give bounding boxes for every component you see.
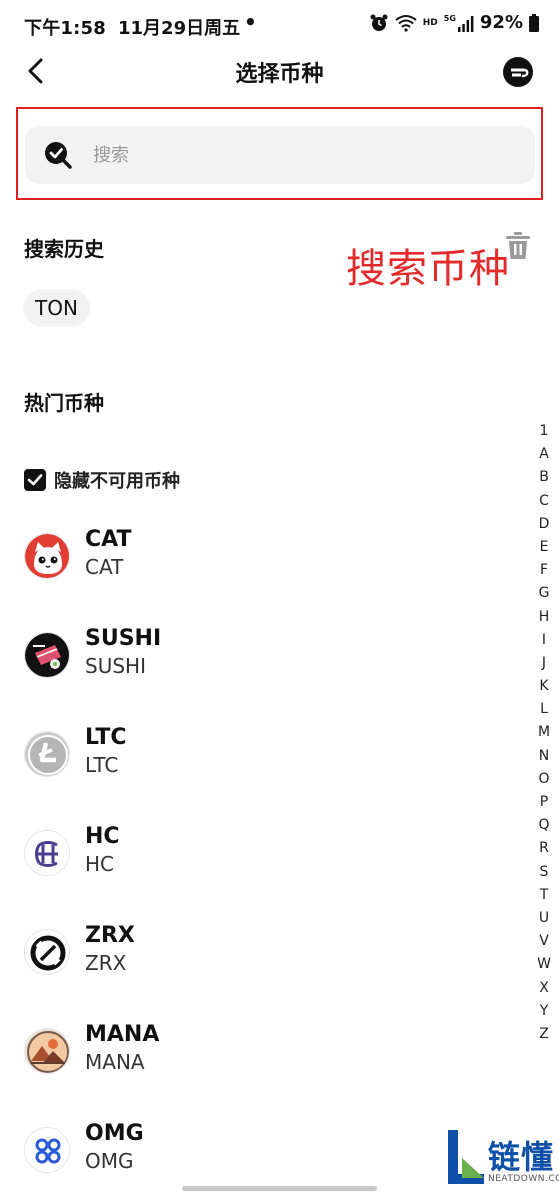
annotation-label: 搜索币种 [346, 246, 510, 292]
alphabet-letter[interactable]: G [534, 582, 554, 605]
alphabet-letter[interactable]: L [534, 698, 554, 721]
hide-unavailable-checkbox[interactable] [24, 469, 46, 491]
coin-row-omg[interactable]: OMG OMG [24, 1121, 484, 1181]
network-indicator: 5G [443, 14, 456, 23]
alphabet-letter[interactable]: T [534, 884, 554, 907]
alphabet-letter[interactable]: R [534, 837, 554, 860]
search-icon [45, 142, 72, 169]
hd-indicator: HD [422, 17, 438, 28]
coin-name: SUSHI [85, 654, 146, 678]
alphabet-letter[interactable]: H [534, 606, 554, 629]
hide-unavailable-toggle[interactable]: 隐藏不可用币种 [24, 467, 180, 493]
alphabet-letter[interactable]: P [534, 791, 554, 814]
zrx-logo-icon [24, 929, 70, 975]
coin-row-sushi[interactable]: SUSHI SUSHI [24, 626, 484, 686]
alphabet-letter[interactable]: O [534, 768, 554, 791]
battery-percent: 92% [479, 12, 523, 33]
alphabet-letter[interactable]: M [534, 721, 554, 744]
status-date: 11月29日周五 [118, 18, 241, 39]
alphabet-index[interactable]: 1ABCDEFGHIJKLMNOPQRSTUVWXYZ [534, 420, 554, 1046]
coin-name: OMG [85, 1149, 134, 1173]
alphabet-letter[interactable]: 1 [534, 420, 554, 443]
hide-unavailable-label: 隐藏不可用币种 [54, 471, 180, 492]
alphabet-letter[interactable]: S [534, 861, 554, 884]
watermark-subtext: NEATDOWN.COM [488, 1174, 559, 1184]
alphabet-letter[interactable]: D [534, 513, 554, 536]
alphabet-letter[interactable]: X [534, 977, 554, 1000]
coin-name: LTC [85, 753, 119, 777]
coin-symbol: LTC [85, 725, 127, 750]
coin-symbol: ZRX [85, 923, 135, 948]
alphabet-letter[interactable]: K [534, 675, 554, 698]
coin-row-ltc[interactable]: LTC LTC [24, 725, 484, 785]
omg-logo-icon [24, 1127, 70, 1173]
coin-symbol: HC [85, 824, 120, 849]
coin-row-hc[interactable]: HC HC [24, 824, 484, 884]
status-time: 下午1:58 [24, 18, 106, 39]
watermark: 链懂 NEATDOWN.COM [444, 1128, 559, 1188]
home-indicator[interactable] [182, 1186, 377, 1191]
watermark-logo-icon [448, 1130, 484, 1184]
coin-name: MANA [85, 1050, 145, 1074]
checkmark-icon [27, 474, 43, 486]
battery-icon [529, 13, 539, 32]
brand-logo-icon [503, 57, 533, 87]
coin-name: HC [85, 852, 115, 876]
nav-bar: 选择币种 [0, 52, 559, 92]
coin-symbol: MANA [85, 1022, 160, 1047]
alphabet-letter[interactable]: B [534, 466, 554, 489]
coin-row-zrx[interactable]: ZRX ZRX [24, 923, 484, 983]
history-chip[interactable]: TON [23, 289, 90, 327]
alphabet-letter[interactable]: F [534, 559, 554, 582]
coin-name: ZRX [85, 951, 127, 975]
alphabet-letter[interactable]: C [534, 490, 554, 513]
alarm-icon [370, 14, 388, 31]
alphabet-letter[interactable]: N [534, 745, 554, 768]
notification-dot: • [244, 10, 257, 34]
status-icons: HD 5G 92% [369, 12, 539, 33]
page-title: 选择币种 [235, 62, 324, 87]
coin-symbol: CAT [85, 527, 132, 552]
history-title: 搜索历史 [24, 237, 104, 261]
alphabet-letter[interactable]: V [534, 930, 554, 953]
wifi-icon [395, 14, 417, 32]
signal-icon [457, 15, 474, 32]
alphabet-letter[interactable]: J [534, 652, 554, 675]
watermark-text: 链懂 [488, 1138, 555, 1176]
hot-coins-title: 热门币种 [24, 391, 104, 415]
alphabet-letter[interactable]: I [534, 629, 554, 652]
coin-symbol: SUSHI [85, 626, 162, 651]
alphabet-letter[interactable]: A [534, 443, 554, 466]
search-input[interactable] [93, 126, 513, 184]
sushi-logo-icon [24, 632, 70, 678]
alphabet-letter[interactable]: E [534, 536, 554, 559]
status-bar: 下午1:58 11月29日周五 • HD 5G 92% [0, 0, 559, 52]
alphabet-letter[interactable]: U [534, 907, 554, 930]
coin-symbol: OMG [85, 1121, 144, 1146]
alphabet-letter[interactable]: Z [534, 1023, 554, 1046]
brand-button[interactable] [503, 57, 533, 87]
coin-row-cat[interactable]: CAT CAT [24, 527, 484, 587]
alphabet-letter[interactable]: Y [534, 1000, 554, 1023]
mana-logo-icon [24, 1028, 70, 1074]
alphabet-letter[interactable]: W [534, 953, 554, 976]
cat-logo-icon [24, 533, 70, 579]
hc-logo-icon [24, 830, 70, 876]
alphabet-letter[interactable]: Q [534, 814, 554, 837]
search-bar[interactable] [25, 126, 535, 184]
coin-row-mana[interactable]: MANA MANA [24, 1022, 484, 1082]
litecoin-logo-icon [24, 731, 70, 777]
coin-name: CAT [85, 555, 124, 579]
